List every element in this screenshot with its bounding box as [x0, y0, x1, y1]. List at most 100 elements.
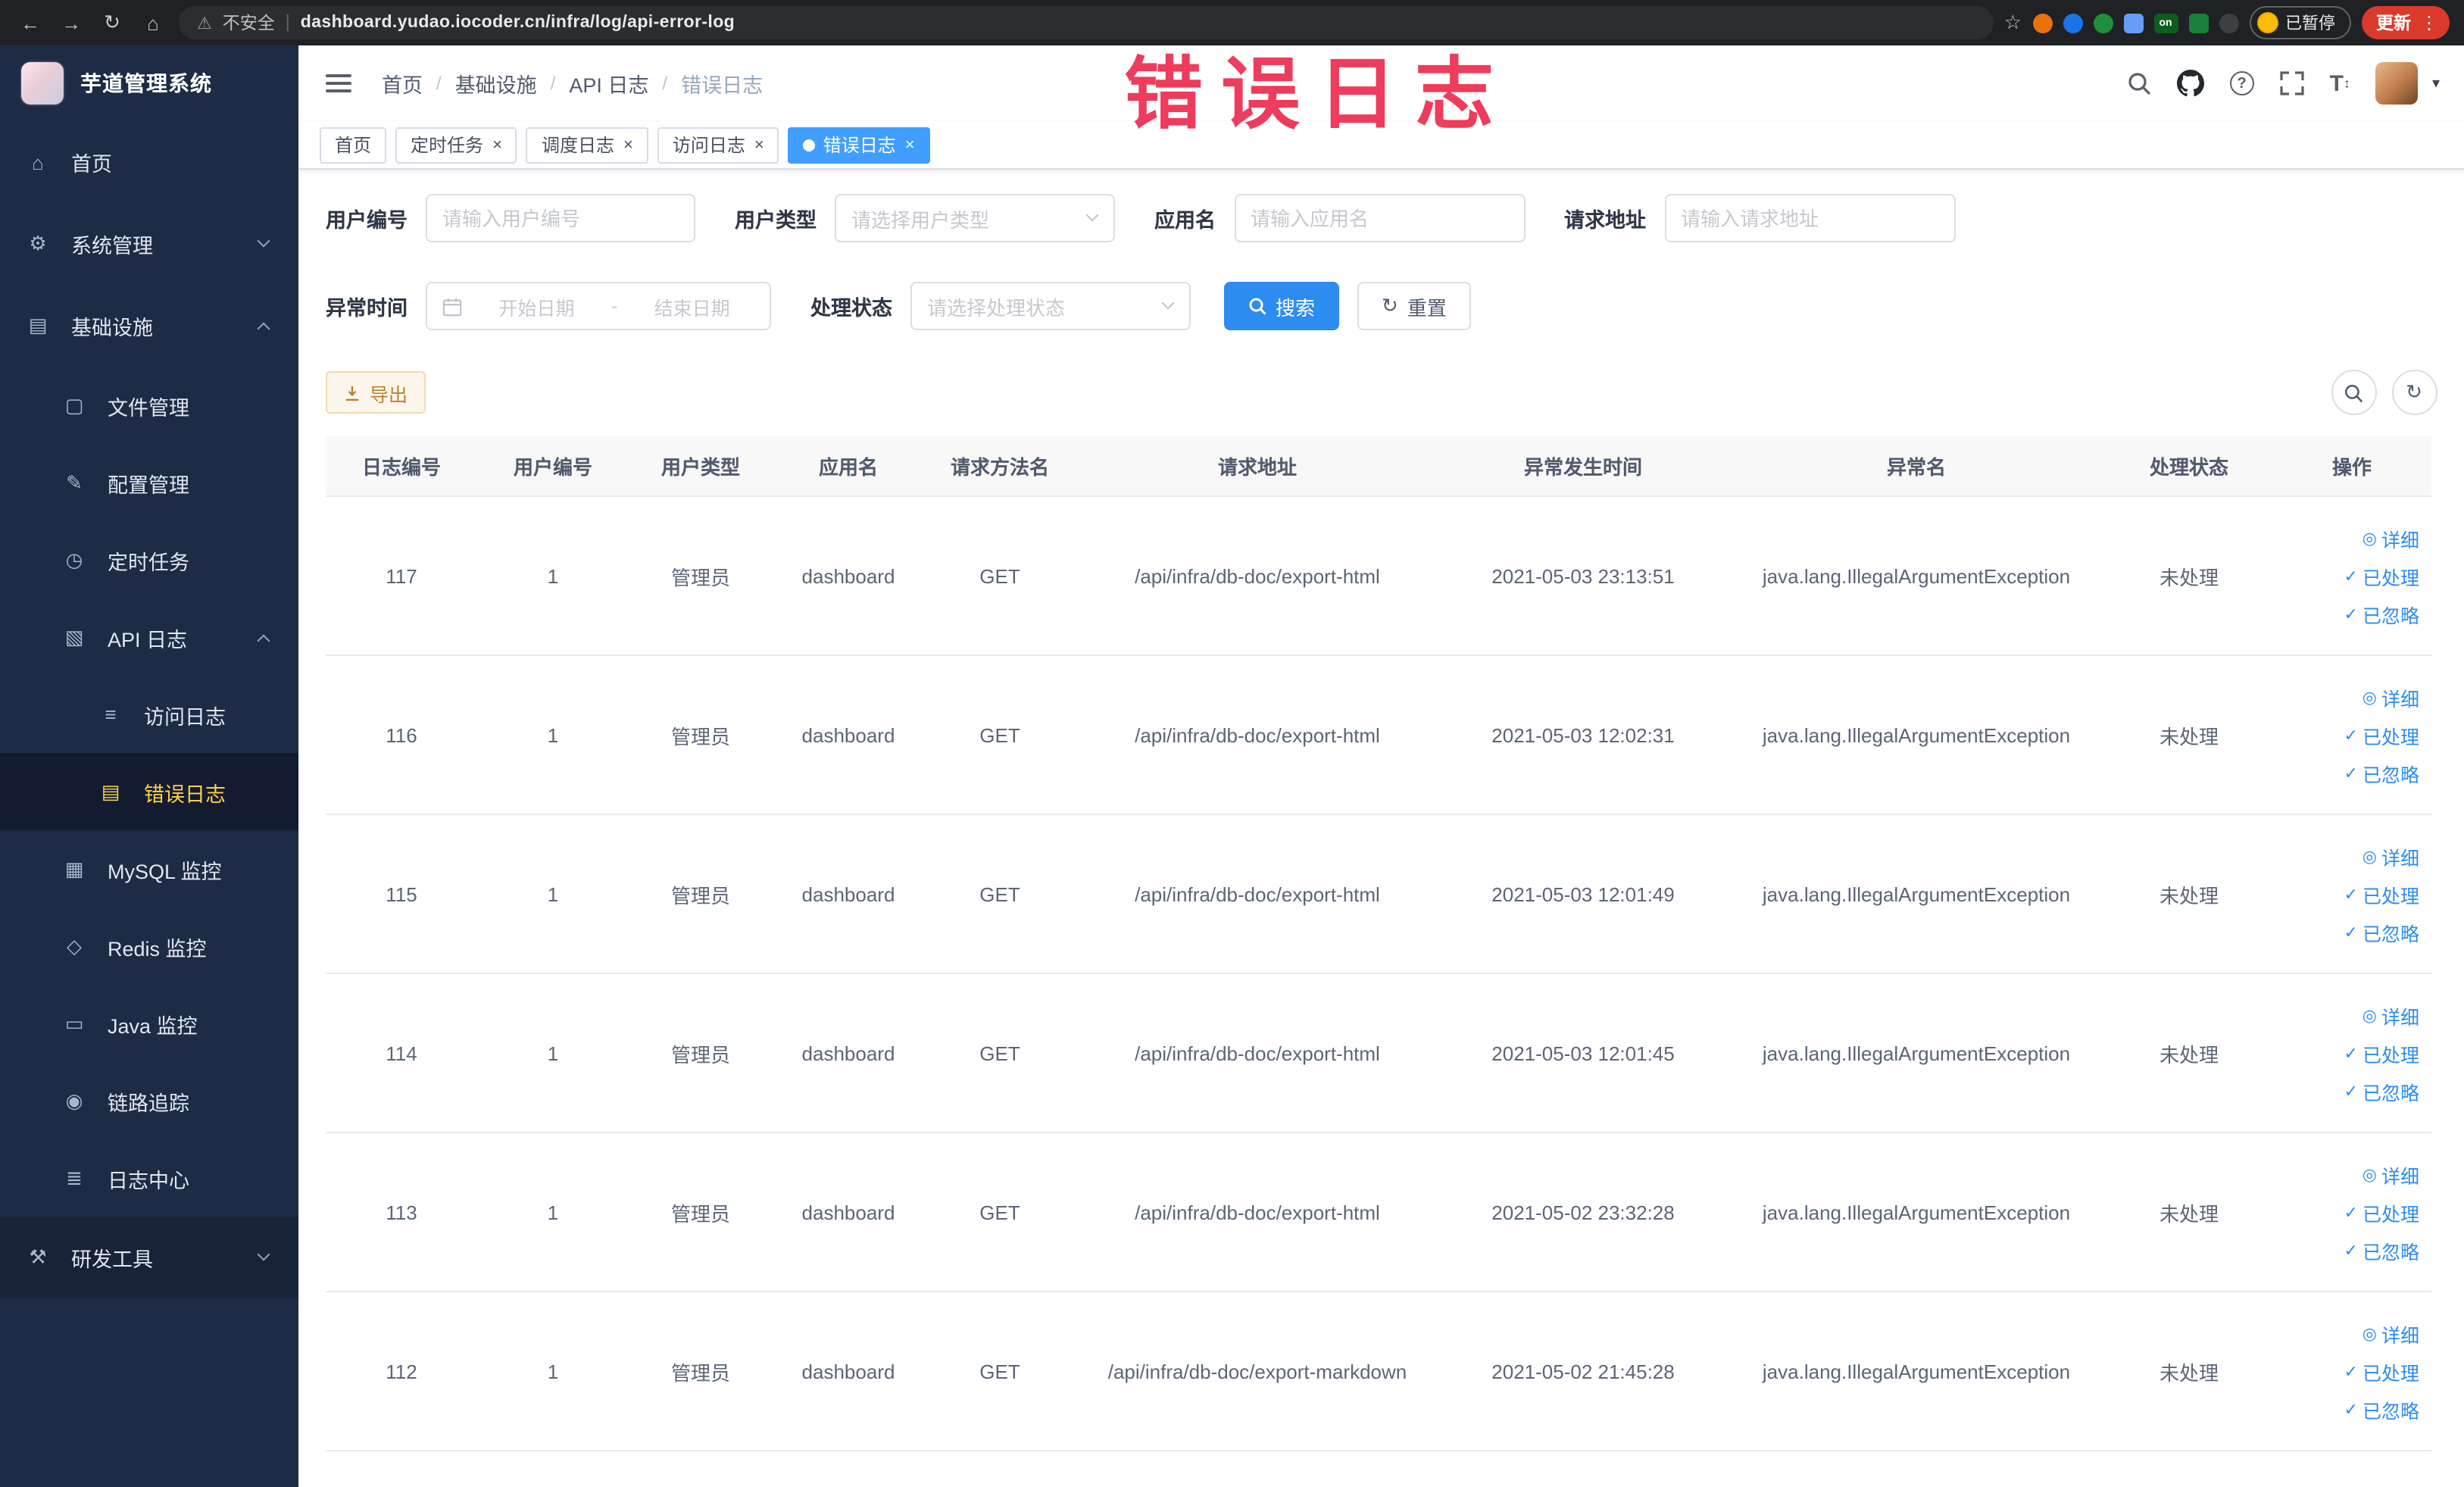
table-row: 112 1 管理员 dashboard GET /api/infra/db-do…: [326, 1292, 2431, 1451]
mark-ignored-link[interactable]: ✓ 已忽略: [2344, 599, 2419, 628]
sidebar-item-redis-monitor[interactable]: ◇ Redis 监控: [0, 908, 298, 985]
cell-log-id: 114: [386, 1042, 417, 1064]
avatar-caret-icon[interactable]: ▾: [2432, 75, 2440, 92]
sidebar-item-config-management[interactable]: ✎ 配置管理: [0, 444, 298, 521]
sidebar-item-dev-tools[interactable]: ⚒ 研发工具: [0, 1217, 298, 1298]
sidebar-item-home[interactable]: ⌂ 首页: [0, 121, 298, 203]
sidebar-item-infrastructure[interactable]: ▤ 基础设施: [0, 285, 298, 367]
error-log-table: 日志编号 用户编号 用户类型 应用名 请求方法名 请求地址 异常发生时间 异常名…: [326, 436, 2431, 1451]
detail-link[interactable]: ◎ 详细: [2363, 683, 2419, 711]
app-name-input[interactable]: [1234, 194, 1525, 242]
sidebar-item-file-management[interactable]: ▢ 文件管理: [0, 367, 298, 444]
reload-icon[interactable]: ↻: [97, 11, 127, 35]
tab-home[interactable]: 首页: [320, 127, 387, 163]
search-button[interactable]: 搜索: [1224, 282, 1340, 330]
extension-icon[interactable]: [2032, 13, 2052, 33]
refresh-table-button[interactable]: ↻: [2391, 370, 2437, 415]
extension-icon[interactable]: [2188, 13, 2208, 33]
breadcrumb-separator: /: [662, 73, 668, 94]
github-icon[interactable]: [2176, 70, 2204, 97]
mark-processed-link[interactable]: ✓ 已处理: [2344, 1198, 2419, 1226]
mark-ignored-link[interactable]: ✓ 已忽略: [2344, 1076, 2419, 1105]
browser-chrome: ← → ↻ ⌂ ⚠ 不安全 | dashboard.yudao.iocoder.…: [0, 0, 2464, 45]
table-header: 日志编号 用户编号 用户类型 应用名 请求方法名 请求地址 异常发生时间 异常名…: [326, 436, 2431, 497]
mark-ignored-link[interactable]: ✓ 已忽略: [2344, 758, 2419, 787]
mark-processed-link[interactable]: ✓ 已处理: [2344, 720, 2419, 749]
process-status-select[interactable]: 请选择处理状态: [910, 282, 1191, 330]
sidebar-item-label: 配置管理: [108, 473, 189, 496]
close-icon[interactable]: ×: [623, 136, 633, 154]
mark-processed-link[interactable]: ✓ 已处理: [2344, 561, 2419, 590]
tab-access-log[interactable]: 访问日志 ×: [657, 127, 779, 163]
detail-link[interactable]: ◎ 详细: [2363, 523, 2419, 552]
chevron-up-icon: [257, 633, 270, 647]
sidebar-item-system-management[interactable]: ⚙ 系统管理: [0, 203, 298, 285]
font-size-icon[interactable]: T ↕: [2330, 70, 2350, 96]
sidebar-item-label: 链路追踪: [108, 1092, 189, 1114]
close-icon[interactable]: ×: [905, 136, 915, 154]
sidebar-item-scheduled-jobs[interactable]: ◷ 定时任务: [0, 521, 298, 598]
extension-icon[interactable]: [2123, 13, 2143, 33]
user-avatar[interactable]: [2375, 62, 2419, 105]
cell-exception-name: java.lang.IllegalArgumentException: [1762, 1360, 2071, 1382]
address-bar[interactable]: ⚠ 不安全 | dashboard.yudao.iocoder.cn/infra…: [179, 6, 1994, 39]
detail-link[interactable]: ◎ 详细: [2363, 1160, 2419, 1189]
extension-on-icon[interactable]: on: [2153, 13, 2178, 33]
sidebar-item-mysql-monitor[interactable]: ▦ MySQL 监控: [0, 830, 298, 908]
sidebar-item-tracing[interactable]: ◉ 链路追踪: [0, 1062, 298, 1139]
user-id-input[interactable]: [426, 194, 695, 242]
detail-link[interactable]: ◎ 详细: [2363, 1001, 2419, 1029]
search-icon[interactable]: [2127, 71, 2151, 95]
back-icon[interactable]: ←: [15, 11, 45, 34]
forward-icon[interactable]: →: [56, 11, 86, 34]
sidebar-item-label: 错误日志: [144, 783, 226, 805]
extension-icon[interactable]: [2093, 13, 2113, 33]
export-button[interactable]: 导出: [326, 371, 426, 414]
help-icon[interactable]: ?: [2229, 71, 2254, 95]
home-icon[interactable]: ⌂: [138, 11, 168, 34]
tab-error-log[interactable]: 错误日志 ×: [788, 127, 930, 163]
cell-status: 未处理: [2159, 1361, 2219, 1384]
log-icon: ▧: [64, 625, 84, 648]
mark-processed-link[interactable]: ✓ 已处理: [2344, 1357, 2419, 1385]
document-icon: ▤: [101, 779, 120, 802]
sidebar-item-log-center[interactable]: ≣ 日志中心: [0, 1139, 298, 1217]
menu-kebab-icon[interactable]: ⋮: [2420, 12, 2438, 33]
user-type-select[interactable]: 请选择用户类型: [835, 194, 1115, 242]
extension-icon[interactable]: [2063, 13, 2082, 33]
fullscreen-icon[interactable]: [2279, 71, 2304, 95]
mark-processed-link[interactable]: ✓ 已处理: [2344, 1039, 2419, 1067]
column-header: 用户类型: [661, 456, 740, 479]
mark-processed-link[interactable]: ✓ 已处理: [2344, 879, 2419, 908]
breadcrumb-item[interactable]: 首页: [382, 68, 423, 98]
database-icon: ▦: [64, 857, 84, 879]
mark-ignored-link[interactable]: ✓ 已忽略: [2344, 1236, 2419, 1264]
breadcrumb-item[interactable]: API 日志: [569, 68, 648, 98]
toggle-search-button[interactable]: [2331, 370, 2376, 415]
mark-ignored-link[interactable]: ✓ 已忽略: [2344, 917, 2419, 946]
breadcrumb-item[interactable]: 基础设施: [455, 68, 537, 98]
exception-time-range-picker[interactable]: 开始日期 - 结束日期: [426, 282, 771, 330]
hamburger-icon[interactable]: [323, 64, 354, 103]
reset-button[interactable]: ↻ 重置: [1357, 282, 1471, 330]
detail-link[interactable]: ◎ 详细: [2363, 1319, 2419, 1348]
sidebar-item-java-monitor[interactable]: ▭ Java 监控: [0, 985, 298, 1062]
request-url-input[interactable]: [1664, 194, 1955, 242]
mark-ignored-link[interactable]: ✓ 已忽略: [2344, 1395, 2419, 1423]
chrome-update-button[interactable]: 更新 ⋮: [2361, 6, 2449, 39]
column-header: 异常发生时间: [1523, 456, 1642, 479]
bookmark-star-icon[interactable]: ☆: [2004, 11, 2022, 35]
close-icon[interactable]: ×: [492, 136, 502, 154]
tab-schedule-log[interactable]: 调度日志 ×: [526, 127, 648, 163]
sidebar-item-error-log[interactable]: ▤ 错误日志: [0, 753, 298, 830]
sidebar-item-api-logs[interactable]: ▧ API 日志: [0, 598, 298, 676]
close-icon[interactable]: ×: [754, 136, 764, 154]
profile-sync-paused-button[interactable]: 已暂停: [2249, 6, 2350, 39]
extension-icon[interactable]: [2219, 13, 2238, 33]
column-header: 异常名: [1886, 456, 1946, 479]
sidebar-item-access-log[interactable]: ≡ 访问日志: [0, 676, 298, 753]
detail-link[interactable]: ◎ 详细: [2363, 842, 2419, 870]
select-placeholder: 请选择处理状态: [927, 296, 1066, 319]
tab-scheduled-jobs[interactable]: 定时任务 ×: [395, 127, 517, 163]
export-button-label: 导出: [370, 384, 408, 405]
